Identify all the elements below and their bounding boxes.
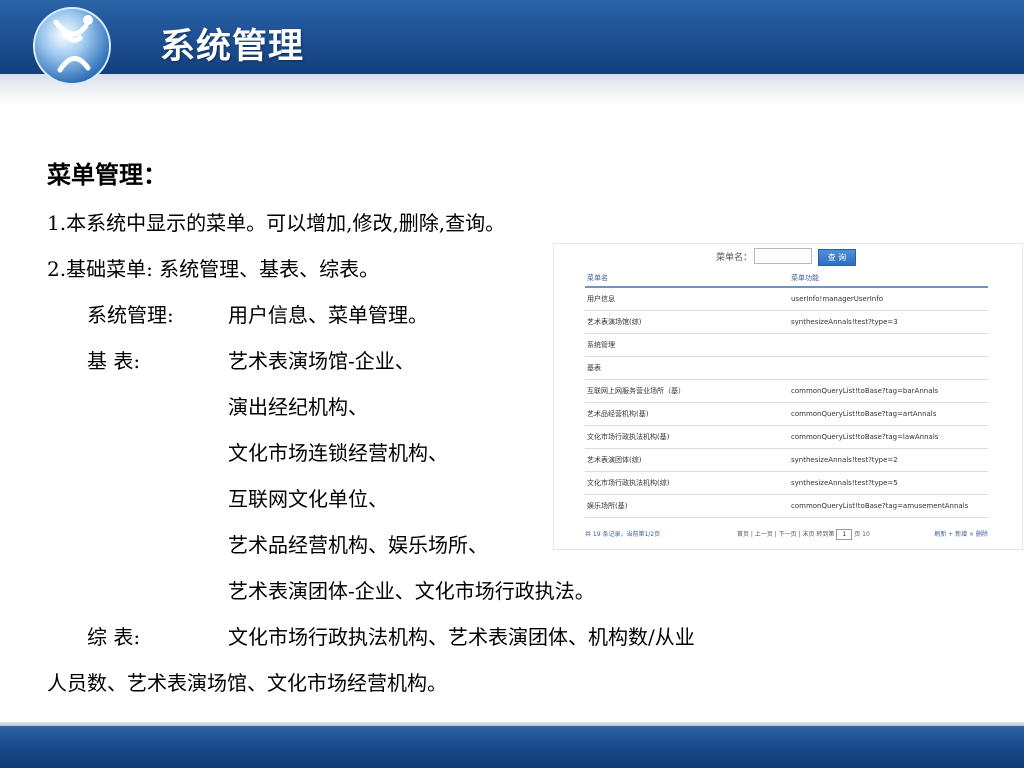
text-line-1: 1.本系统中显示的菜单。可以增加,修改,删除,查询。 xyxy=(47,211,506,235)
table-row[interactable]: 艺术品经营机构(基) commonQueryList!toBase?tag=art… xyxy=(585,402,988,426)
menu-name: 系统管理 xyxy=(585,333,789,357)
table-row[interactable]: 艺术表演场馆(综) synthesizeAnnals!test?type=3 xyxy=(585,310,988,334)
menu-name: 艺术表演场馆(综) xyxy=(585,310,789,334)
pager-actions[interactable]: 刷新 + 新增 × 删除 xyxy=(934,529,988,538)
text-line-2: 2.基础菜单: 系统管理、基表、综表。 xyxy=(47,257,380,281)
pager-nav[interactable]: 首页 | 上一页 | 下一页 | 末页 转到第 1 页 10 xyxy=(737,529,870,540)
base-item: 互联网文化单位、 xyxy=(228,487,388,511)
table-row[interactable]: 互联网上网服务营业场所（基） commonQueryList!toBase?tag… xyxy=(585,379,988,403)
search-input[interactable] xyxy=(754,248,812,264)
menu-function: synthesizeAnnals!test?type=5 xyxy=(789,471,988,495)
footer-bar xyxy=(0,726,1024,768)
menu-function: userInfo!managerUserInfo xyxy=(789,287,988,311)
menu-function: commonQueryList!toBase?tag=barAnnals xyxy=(789,379,988,403)
base-item: 艺术表演场馆-企业、 xyxy=(228,349,415,373)
menu-function: synthesizeAnnals!test?type=2 xyxy=(789,448,988,472)
table-row[interactable]: 艺术表演团体(综) synthesizeAnnals!test?type=2 xyxy=(585,448,988,472)
pagination: 共 19 条记录，当前第1/2页 首页 | 上一页 | 下一页 | 末页 转到第… xyxy=(585,527,988,541)
pager-info: 共 19 条记录，当前第1/2页 xyxy=(585,531,661,538)
section-heading: 菜单管理： xyxy=(47,161,167,189)
menu-table: 菜单名 菜单功能 用户信息 userInfo!managerUserInfo 艺术… xyxy=(585,270,988,518)
menu-name: 娱乐场所(基) xyxy=(585,494,789,518)
menu-function: commonQueryList!toBase?tag=lawAnnals xyxy=(789,425,988,449)
search-button[interactable]: 查 询 xyxy=(818,249,856,266)
base-label: 基 表: xyxy=(87,349,141,373)
menu-function: commonQueryList!toBase?tag=amusementAnna… xyxy=(789,494,988,518)
menu-name: 基表 xyxy=(585,356,789,380)
menu-function: synthesizeAnnals!test?type=3 xyxy=(789,310,988,334)
page-number-input[interactable]: 1 xyxy=(836,529,853,540)
base-item: 艺术表演团体-企业、文化市场行政执法。 xyxy=(228,579,595,603)
pager-links[interactable]: 首页 | 上一页 | 下一页 | 末页 转到第 xyxy=(737,531,834,538)
table-row[interactable]: 用户信息 userInfo!managerUserInfo xyxy=(585,287,988,311)
base-item: 艺术品经营机构、娱乐场所、 xyxy=(228,533,488,557)
summary-line-2: 人员数、艺术表演场馆、文化市场经营机构。 xyxy=(47,671,447,695)
menu-screenshot: 菜单名： 查 询 菜单名 菜单功能 用户信息 userInfo!managerUs… xyxy=(553,243,1023,550)
sys-value: 用户信息、菜单管理。 xyxy=(228,303,428,327)
table-row[interactable]: 文化市场行政执法机构(基) commonQueryList!toBase?tag=… xyxy=(585,425,988,449)
menu-name: 用户信息 xyxy=(585,287,789,311)
menu-function: commonQueryList!toBase?tag=artAnnals xyxy=(789,402,988,426)
table-row[interactable]: 基表 xyxy=(585,356,988,380)
menu-name: 艺术品经营机构(基) xyxy=(585,402,789,426)
table-row[interactable]: 娱乐场所(基) commonQueryList!toBase?tag=amusem… xyxy=(585,494,988,518)
menu-name: 互联网上网服务营业场所（基） xyxy=(585,379,789,403)
menu-name: 文化市场行政执法机构(基) xyxy=(585,425,789,449)
menu-function xyxy=(789,356,988,380)
summary-line-1: 文化市场行政执法机构、艺术表演团体、机构数/从业 xyxy=(228,625,695,649)
menu-function xyxy=(789,333,988,357)
column-header: 菜单名 xyxy=(585,270,789,288)
search-label: 菜单名： xyxy=(716,253,753,263)
menu-name: 文化市场行政执法机构(综) xyxy=(585,471,789,495)
menu-name: 艺术表演团体(综) xyxy=(585,448,789,472)
base-item: 演出经纪机构、 xyxy=(228,395,368,419)
sys-label: 系统管理: xyxy=(87,303,174,327)
table-row[interactable]: 系统管理 xyxy=(585,333,988,357)
summary-label: 综 表: xyxy=(87,625,141,649)
table-row[interactable]: 文化市场行政执法机构(综) synthesizeAnnals!test?type=… xyxy=(585,471,988,495)
base-item: 文化市场连锁经营机构、 xyxy=(228,441,448,465)
page-size-select[interactable]: 页 10 xyxy=(854,531,870,538)
column-header: 菜单功能 xyxy=(789,270,988,288)
